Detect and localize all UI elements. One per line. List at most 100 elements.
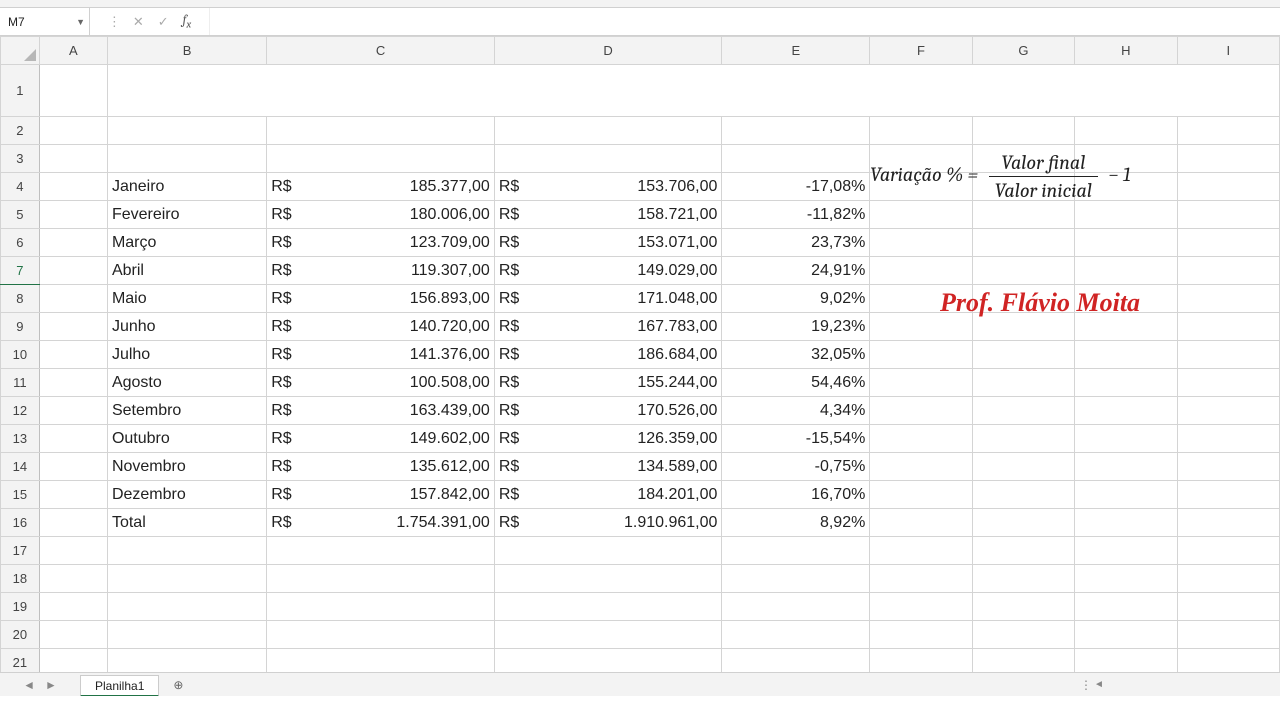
header-2021[interactable]: Ano 2021: [267, 145, 495, 173]
value-2021[interactable]: R$185.377,00: [267, 173, 495, 201]
cell[interactable]: [972, 257, 1074, 285]
cell[interactable]: [1075, 341, 1177, 369]
value-pct[interactable]: 32,05%: [722, 341, 870, 369]
value-2021[interactable]: R$157.842,00: [267, 481, 495, 509]
cell[interactable]: [722, 565, 870, 593]
cell[interactable]: [39, 341, 107, 369]
cell[interactable]: [39, 481, 107, 509]
cell[interactable]: [870, 257, 972, 285]
cell[interactable]: [494, 593, 722, 621]
value-pct[interactable]: -0,75%: [722, 453, 870, 481]
value-pct[interactable]: 16,70%: [722, 481, 870, 509]
cell[interactable]: [267, 593, 495, 621]
header-variacao[interactable]: Variação %: [722, 145, 870, 173]
cell[interactable]: [1177, 285, 1279, 313]
cell[interactable]: [39, 229, 107, 257]
cell[interactable]: [39, 145, 107, 173]
cell[interactable]: [1075, 621, 1177, 649]
cell[interactable]: [1177, 145, 1279, 173]
cell[interactable]: [1177, 117, 1279, 145]
cell[interactable]: [972, 201, 1074, 229]
cell[interactable]: [1075, 481, 1177, 509]
row-header[interactable]: 4: [1, 173, 40, 201]
cell[interactable]: [267, 537, 495, 565]
value-2022[interactable]: R$186.684,00: [494, 341, 722, 369]
month-cell[interactable]: Novembro: [107, 453, 266, 481]
value-2021[interactable]: R$141.376,00: [267, 341, 495, 369]
cell[interactable]: [107, 621, 266, 649]
value-pct[interactable]: 9,02%: [722, 285, 870, 313]
cell[interactable]: [39, 397, 107, 425]
month-cell[interactable]: Março: [107, 229, 266, 257]
cell[interactable]: [972, 341, 1074, 369]
month-cell[interactable]: Outubro: [107, 425, 266, 453]
value-2021[interactable]: R$180.006,00: [267, 201, 495, 229]
cell[interactable]: [1075, 537, 1177, 565]
cell[interactable]: [1177, 173, 1279, 201]
row-header[interactable]: 17: [1, 537, 40, 565]
name-box[interactable]: M7 ▼: [0, 8, 90, 35]
value-2022[interactable]: R$171.048,00: [494, 285, 722, 313]
sheet-table[interactable]: A B C D E F G H I 1COMO CALCULAR A VARIA…: [0, 36, 1280, 696]
value-2021[interactable]: R$135.612,00: [267, 453, 495, 481]
value-2021[interactable]: R$123.709,00: [267, 229, 495, 257]
cell[interactable]: [972, 453, 1074, 481]
row-header[interactable]: 15: [1, 481, 40, 509]
col-header[interactable]: D: [494, 37, 722, 65]
cell[interactable]: [1075, 201, 1177, 229]
row-header[interactable]: 12: [1, 397, 40, 425]
row-header[interactable]: 9: [1, 313, 40, 341]
col-header[interactable]: H: [1075, 37, 1177, 65]
cell[interactable]: [870, 397, 972, 425]
value-pct[interactable]: -15,54%: [722, 425, 870, 453]
cell[interactable]: [107, 117, 266, 145]
hscroll-left-icon[interactable]: ◄: [1094, 679, 1104, 690]
row-header[interactable]: 19: [1, 593, 40, 621]
value-2022[interactable]: R$134.589,00: [494, 453, 722, 481]
col-header[interactable]: A: [39, 37, 107, 65]
value-2022[interactable]: R$158.721,00: [494, 201, 722, 229]
cell[interactable]: [722, 593, 870, 621]
cell[interactable]: [1177, 425, 1279, 453]
cell[interactable]: [870, 369, 972, 397]
cell[interactable]: [972, 425, 1074, 453]
month-cell[interactable]: Janeiro: [107, 173, 266, 201]
cell[interactable]: [39, 285, 107, 313]
enter-icon[interactable]: ✓: [158, 14, 169, 30]
cell[interactable]: [39, 257, 107, 285]
cell[interactable]: [972, 229, 1074, 257]
cell[interactable]: [39, 425, 107, 453]
cell[interactable]: [1177, 621, 1279, 649]
month-cell[interactable]: Dezembro: [107, 481, 266, 509]
name-box-dropdown-icon[interactable]: ▼: [76, 17, 85, 27]
cell[interactable]: [870, 201, 972, 229]
row-header[interactable]: 3: [1, 145, 40, 173]
cell[interactable]: [972, 621, 1074, 649]
value-pct[interactable]: 24,91%: [722, 257, 870, 285]
tab-next-icon[interactable]: ►: [45, 678, 57, 692]
row-header[interactable]: 1: [1, 65, 40, 117]
cell[interactable]: [1075, 117, 1177, 145]
cell[interactable]: [494, 621, 722, 649]
cell[interactable]: [1177, 565, 1279, 593]
value-pct[interactable]: 19,23%: [722, 313, 870, 341]
cell[interactable]: [1075, 257, 1177, 285]
cell[interactable]: [870, 621, 972, 649]
cell[interactable]: [1177, 593, 1279, 621]
cell[interactable]: [870, 229, 972, 257]
cell[interactable]: [1177, 229, 1279, 257]
col-header[interactable]: E: [722, 37, 870, 65]
cell[interactable]: [972, 397, 1074, 425]
row-header[interactable]: 2: [1, 117, 40, 145]
cell[interactable]: [972, 593, 1074, 621]
sheet-tab-active[interactable]: Planilha1: [80, 675, 159, 697]
cell[interactable]: [1075, 565, 1177, 593]
cell[interactable]: [972, 509, 1074, 537]
row-header[interactable]: 7: [1, 257, 40, 285]
cell[interactable]: [39, 201, 107, 229]
row-header[interactable]: 20: [1, 621, 40, 649]
cell[interactable]: [39, 369, 107, 397]
month-cell[interactable]: Abril: [107, 257, 266, 285]
cell[interactable]: [722, 621, 870, 649]
cell[interactable]: [972, 565, 1074, 593]
